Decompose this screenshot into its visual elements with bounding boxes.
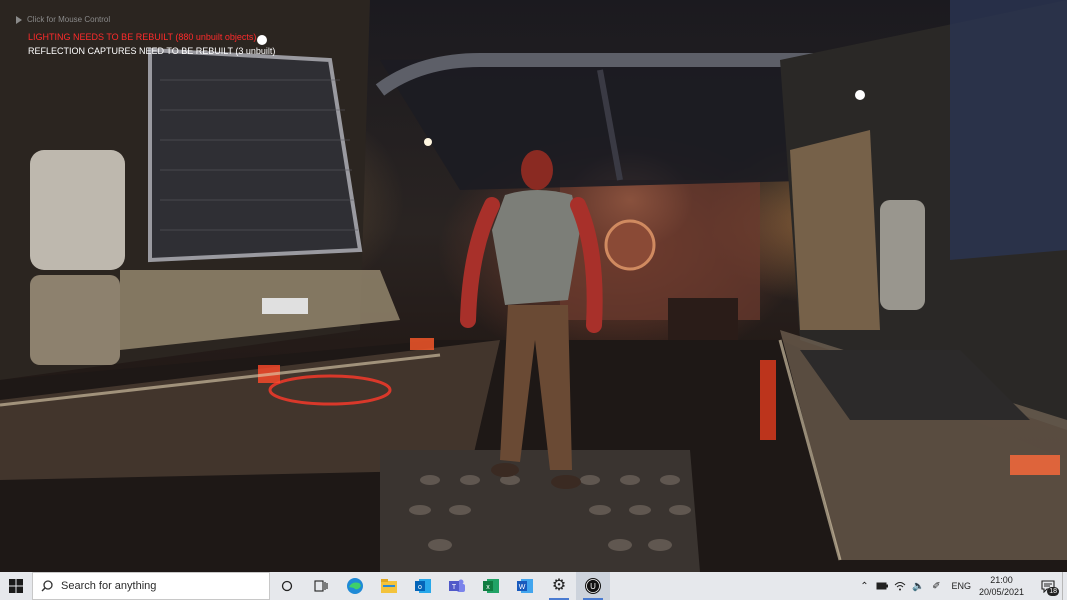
file-explorer-icon: [381, 579, 397, 593]
pen-workspace-button[interactable]: ✐: [929, 572, 943, 600]
task-view-button[interactable]: [304, 572, 338, 600]
svg-text:W: W: [519, 584, 526, 591]
reflection-warning: REFLECTION CAPTURES NEED TO BE REBUILT (…: [28, 46, 276, 56]
taskbar-app-outlook[interactable]: o: [406, 572, 440, 600]
battery-button[interactable]: [875, 572, 889, 600]
taskbar-app-teams[interactable]: T: [440, 572, 474, 600]
character-third-person: [460, 150, 603, 489]
network-button[interactable]: [893, 572, 907, 600]
svg-text:T: T: [452, 584, 457, 591]
taskbar-app-edge[interactable]: [338, 572, 372, 600]
game-viewport[interactable]: Click for Mouse Control LIGHTING NEEDS T…: [0, 0, 1067, 572]
task-view-icon: [314, 580, 328, 592]
chevron-up-icon: ⌃: [860, 580, 869, 592]
windows-taskbar: Search for anything o T x W ⚙ U ⌃ 🔈 ✐ EN…: [0, 572, 1067, 600]
lighting-warning: LIGHTING NEEDS TO BE REBUILT (880 unbuil…: [28, 32, 257, 42]
battery-icon: [876, 582, 889, 590]
show-desktop-button[interactable]: [1062, 572, 1067, 600]
unreal-engine-icon: U: [585, 578, 601, 594]
settings-icon: ⚙: [551, 577, 567, 594]
windows-logo-icon: [9, 579, 23, 593]
taskbar-search-box[interactable]: Search for anything: [32, 572, 270, 600]
input-language[interactable]: ENG: [951, 581, 971, 591]
taskbar-app-file-explorer[interactable]: [372, 572, 406, 600]
cortana-button[interactable]: [270, 572, 304, 600]
system-tray: ⌃ 🔈 ✐ ENG 21:00 20/05/2021 18: [855, 572, 1067, 600]
speaker-icon: 🔈: [912, 580, 925, 592]
svg-text:o: o: [418, 584, 422, 591]
search-icon: [41, 580, 53, 592]
excel-icon: x: [483, 579, 499, 593]
teams-icon: T: [449, 579, 465, 592]
svg-text:U: U: [590, 582, 596, 591]
cortana-icon: [281, 580, 293, 592]
show-hidden-icons-button[interactable]: ⌃: [857, 572, 871, 600]
edge-icon: [347, 578, 363, 594]
outlook-icon: o: [415, 579, 431, 593]
mouse-control-hint: Click for Mouse Control: [16, 15, 110, 24]
clock-date: 20/05/2021: [978, 587, 1024, 597]
search-placeholder: Search for anything: [61, 580, 157, 592]
start-button[interactable]: [0, 572, 32, 600]
taskbar-app-word[interactable]: W: [508, 572, 542, 600]
taskbar-app-excel[interactable]: x: [474, 572, 508, 600]
clock-time: 21:00: [990, 575, 1013, 585]
wifi-icon: [895, 582, 906, 591]
mouse-control-hint-text: Click for Mouse Control: [27, 15, 111, 24]
pen-icon: ✐: [932, 580, 941, 592]
play-icon: [16, 15, 22, 24]
notification-count-badge: 18: [1047, 587, 1059, 596]
clock[interactable]: 21:00 20/05/2021: [979, 574, 1024, 598]
taskbar-app-unreal-engine[interactable]: U: [576, 572, 610, 600]
word-icon: W: [517, 579, 533, 593]
taskbar-app-settings[interactable]: ⚙: [542, 572, 576, 600]
action-center-button[interactable]: 18: [1034, 572, 1062, 600]
svg-text:x: x: [486, 584, 490, 591]
volume-button[interactable]: 🔈: [911, 572, 925, 600]
